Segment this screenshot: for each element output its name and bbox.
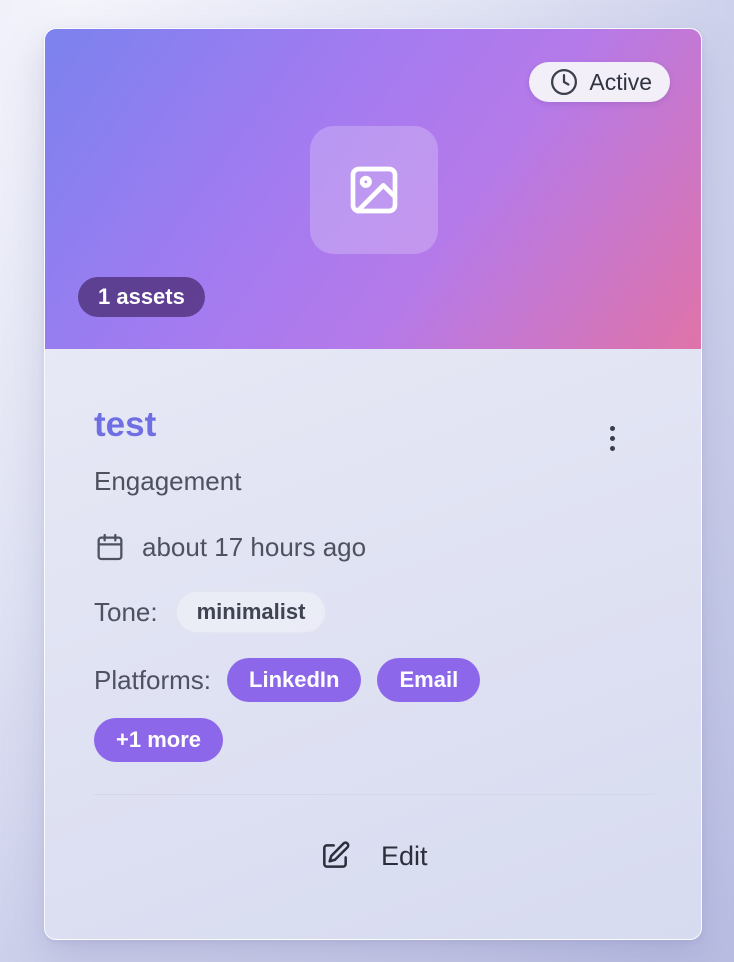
more-platforms-chip[interactable]: +1 more <box>94 718 223 762</box>
campaign-goal: Engagement <box>94 466 242 496</box>
campaign-card[interactable]: Active 1 assets test Engagement about 17… <box>44 28 702 940</box>
tone-chip: minimalist <box>175 591 327 633</box>
tone-row: Tone: minimalist <box>94 590 327 634</box>
card-divider <box>94 794 654 795</box>
edit-icon <box>323 841 350 868</box>
more-options-button[interactable] <box>599 421 625 455</box>
created-time: about 17 hours ago <box>142 531 367 562</box>
tone-label: Tone: <box>94 596 158 627</box>
platform-chip-email: Email <box>377 658 481 702</box>
platform-chip-linkedin: LinkedIn <box>227 658 362 702</box>
status-label: Active <box>589 68 652 95</box>
card-hero: Active 1 assets <box>45 29 701 349</box>
more-vertical-icon <box>609 425 615 431</box>
status-badge: Active <box>529 62 670 102</box>
clock-icon <box>551 69 578 95</box>
edit-label: Edit <box>381 840 428 871</box>
calendar-icon <box>97 533 123 561</box>
platforms-label: Platforms: <box>94 664 212 695</box>
assets-count-badge: 1 assets <box>78 277 205 317</box>
edit-button[interactable]: Edit <box>305 831 442 881</box>
media-placeholder <box>310 126 438 254</box>
campaign-title[interactable]: test <box>94 405 156 445</box>
platforms-row: Platforms: LinkedIn Email <box>94 658 481 702</box>
image-icon <box>350 166 398 214</box>
date-row: about 17 hours ago <box>94 529 366 565</box>
